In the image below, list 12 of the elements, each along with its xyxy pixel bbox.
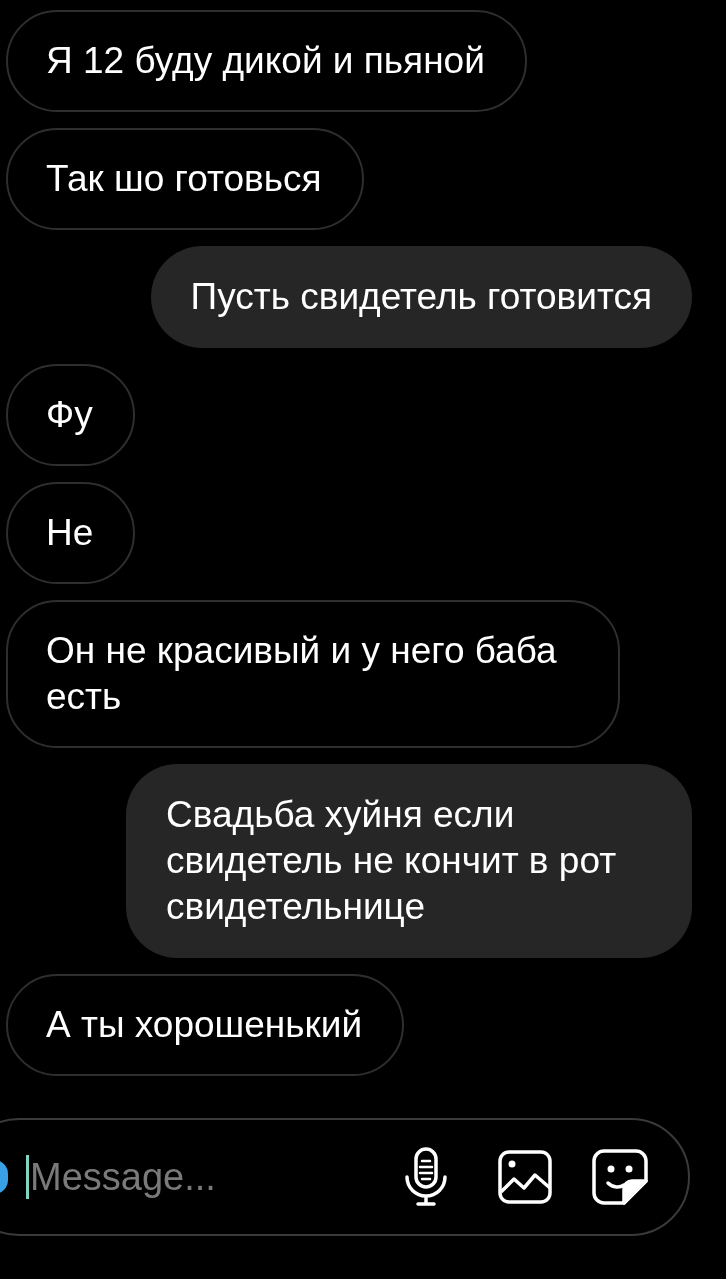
received-message: Он не красивый и у него баба есть	[6, 600, 620, 748]
received-message: А ты хорошенький	[6, 974, 405, 1076]
received-message: Я 12 буду дикой и пьяной	[6, 10, 527, 112]
received-message: Так шо готовься	[6, 128, 364, 230]
image-icon[interactable]	[498, 1150, 552, 1204]
message-input[interactable]: Message...	[30, 1148, 390, 1206]
received-message: Фу	[6, 364, 135, 466]
received-message: Не	[6, 482, 136, 584]
sent-message: Пусть свидетель готовится	[150, 246, 692, 348]
sent-message: Свадьба хуйня если свидетель не кончит в рот свидетельнице	[126, 764, 692, 958]
microphone-icon[interactable]	[404, 1147, 448, 1207]
sticker-icon[interactable]	[592, 1149, 648, 1205]
